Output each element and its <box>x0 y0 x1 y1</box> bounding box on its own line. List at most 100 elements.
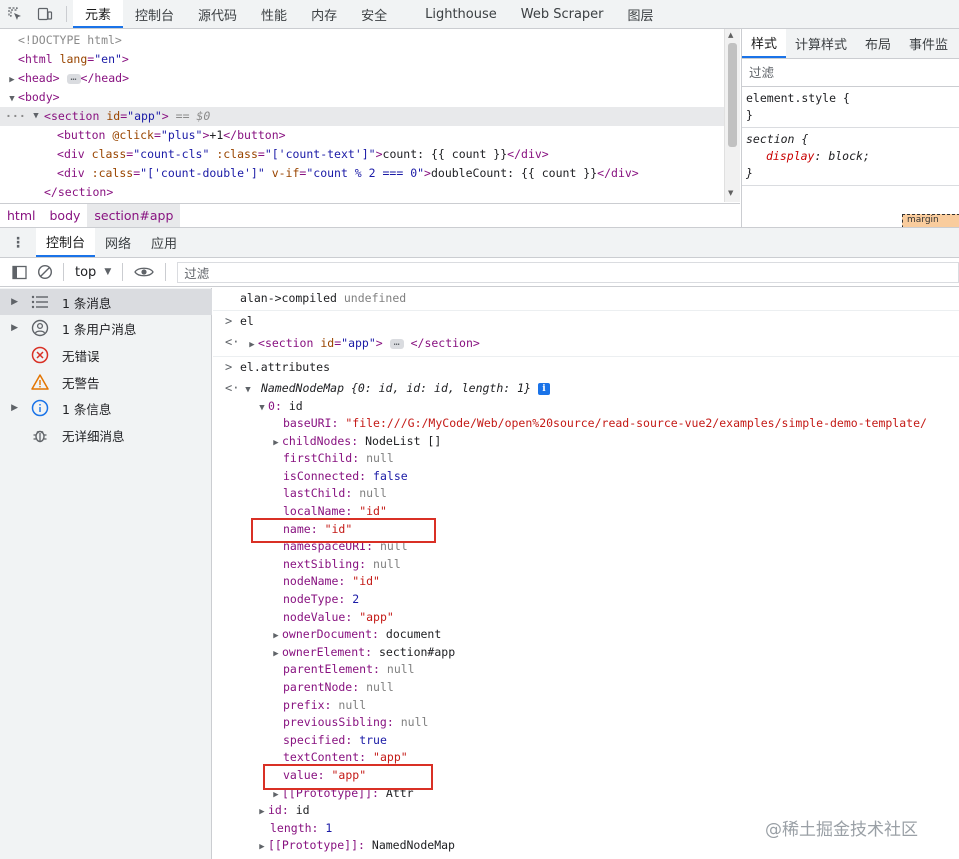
highlight-box-name <box>251 518 436 543</box>
tab-memory[interactable]: 内存 <box>299 0 349 28</box>
property-key: textContent <box>283 750 360 764</box>
sidebar-item-info[interactable]: ▶ 1 条信息 <box>0 395 212 421</box>
div-class-attr: class <box>91 147 127 161</box>
div-vif-attr: v-if <box>271 166 300 180</box>
sidebar-item-errors[interactable]: 无错误 <box>0 342 212 368</box>
tab-web-scraper[interactable]: Web Scraper <box>509 0 616 28</box>
drawer-tab-application[interactable]: 应用 <box>141 228 187 257</box>
scrollbar-thumb[interactable] <box>728 43 737 147</box>
toolbar-divider <box>165 263 167 281</box>
expand-triangle-icon[interactable]: ▶ <box>270 628 282 645</box>
elements-tree: <!DOCTYPE html> <html lang="en"> ▶ <head>… <box>0 29 740 202</box>
drawer-tab-network[interactable]: 网络 <box>95 228 141 257</box>
sidebar-item-messages[interactable]: ▶ 1 条消息 <box>0 289 212 315</box>
expand-triangle-icon[interactable]: ▶ <box>0 403 20 413</box>
error-icon <box>28 345 52 365</box>
watermark-text: @稀土掘金技术社区 <box>765 820 918 840</box>
section-id-value: "app" <box>127 109 162 123</box>
warning-icon <box>28 372 52 392</box>
tab-sources[interactable]: 源代码 <box>186 0 249 28</box>
named-node-map-id[interactable]: ▶ id: id <box>256 802 309 821</box>
ellipsis-icon[interactable]: … <box>389 337 404 349</box>
expand-triangle-icon[interactable]: ▶ <box>256 839 268 856</box>
clear-console-icon[interactable] <box>32 264 58 280</box>
expand-triangle-icon[interactable]: ▶ <box>256 804 268 821</box>
named-node-map-item-0[interactable]: ▼ 0: id <box>256 398 302 417</box>
more-options-icon[interactable]: ⋮ <box>0 228 36 257</box>
property-key: nodeValue <box>283 610 346 624</box>
elements-scrollbar[interactable]: ▲ ▼ <box>724 29 740 202</box>
prompt-chevron-icon: > <box>225 360 233 374</box>
tab-performance[interactable]: 性能 <box>249 0 299 28</box>
expand-triangle-icon[interactable]: ▶ <box>270 435 282 452</box>
tab-security[interactable]: 安全 <box>349 0 399 28</box>
property-value: "id" <box>359 504 387 518</box>
attr-property-row: nextSibling: null <box>283 557 401 571</box>
tree-button[interactable]: <button @click="plus">+1</button> <box>0 126 724 145</box>
tree-html-open[interactable]: <html lang="en"> <box>0 50 724 69</box>
attr-property-row[interactable]: ▶ childNodes: NodeList [] <box>270 433 441 450</box>
expand-triangle-icon[interactable]: ▶ <box>0 323 20 333</box>
tab-layers[interactable]: 图层 <box>616 0 666 28</box>
tree-section-selected[interactable]: ··· ▼ <section id="app"> == $0 <box>0 107 724 126</box>
tab-event-listeners[interactable]: 事件监 <box>900 29 957 58</box>
crumb-body[interactable]: body <box>42 204 87 228</box>
tab-layout[interactable]: 布局 <box>856 29 900 58</box>
inspect-element-icon[interactable] <box>0 0 30 28</box>
collapse-triangle-icon[interactable]: ▼ <box>242 382 254 399</box>
console-result-section[interactable]: ▶ <section id="app"> … </section> <box>246 335 480 352</box>
sidebar-item-warnings[interactable]: 无警告 <box>0 369 212 395</box>
attr-property-row: prefix: null <box>283 698 367 712</box>
info-badge-icon[interactable]: i <box>537 382 550 395</box>
live-expression-eye-icon[interactable] <box>128 265 160 279</box>
collapse-triangle-icon[interactable]: ▼ <box>30 107 42 126</box>
context-selector[interactable]: top ▼ <box>69 265 117 280</box>
sidebar-item-user-messages[interactable]: ▶ 1 条用户消息 <box>0 315 212 341</box>
styles-filter-input[interactable]: 过滤 <box>742 59 959 87</box>
scroll-up-icon[interactable]: ▲ <box>728 31 733 39</box>
length-value: 1 <box>325 821 333 835</box>
scroll-down-icon[interactable]: ▼ <box>728 189 733 197</box>
element-style-rule[interactable]: element.style { } <box>742 87 959 128</box>
tree-head[interactable]: ▶ <head> … </head> <box>0 69 724 88</box>
console-command: el <box>240 313 254 330</box>
tab-elements[interactable]: 元素 <box>73 0 124 28</box>
tree-div-double[interactable]: <div :calss="['count-double']" v-if="cou… <box>0 164 724 183</box>
sidebar-toggle-icon[interactable] <box>6 265 32 280</box>
named-node-map-summary: NamedNodeMap {0: id, id: id, length: 1} <box>260 381 531 395</box>
collapse-triangle-icon[interactable]: ▼ <box>256 400 268 417</box>
ellipsis-icon[interactable]: … <box>66 72 81 84</box>
tab-console[interactable]: 控制台 <box>123 0 186 28</box>
attr-property-row[interactable]: ▶ ownerDocument: document <box>270 626 441 643</box>
tree-body[interactable]: ▼ <body> <box>0 88 724 107</box>
sidebar-item-label: 1 条信息 <box>62 401 112 417</box>
crumb-section-app[interactable]: section#app <box>87 203 181 228</box>
device-toolbar-icon[interactable] <box>30 0 60 28</box>
length-key: length <box>270 821 312 835</box>
div-calss-attr: :calss <box>91 166 134 180</box>
sidebar-item-verbose[interactable]: 无详细消息 <box>0 422 212 448</box>
console-filter-input[interactable]: 过滤 <box>177 261 959 283</box>
expand-triangle-icon[interactable]: ▶ <box>246 337 258 354</box>
tree-div-count[interactable]: <div class="count-cls" :class="['count-t… <box>0 145 724 164</box>
crumb-html[interactable]: html <box>0 204 42 228</box>
property-value: null <box>386 662 415 676</box>
tree-doctype[interactable]: <!DOCTYPE html> <box>0 31 724 50</box>
expand-triangle-icon[interactable]: ▶ <box>0 297 20 307</box>
tree-section-close[interactable]: </section> <box>0 183 724 202</box>
named-node-map-root[interactable]: ▼ NamedNodeMap {0: id, id: id, length: 1… <box>242 380 550 397</box>
tab-computed[interactable]: 计算样式 <box>786 29 856 58</box>
sidebar-item-label: 无错误 <box>62 348 100 364</box>
display-prop: display <box>766 149 815 163</box>
section-style-rule[interactable]: section { display: block; } <box>742 128 959 186</box>
tab-styles[interactable]: 样式 <box>742 29 787 58</box>
named-node-map-prototype[interactable]: ▶ [[Prototype]]: NamedNodeMap <box>256 837 455 854</box>
drawer-tab-console[interactable]: 控制台 <box>36 228 96 257</box>
attr-property-row[interactable]: ▶ ownerElement: section#app <box>270 644 455 661</box>
attr-property-row: specified: true <box>283 733 387 747</box>
more-dots-icon[interactable]: ··· <box>5 107 26 126</box>
expand-triangle-icon[interactable]: ▶ <box>270 646 282 663</box>
box-model-margin-label: margin <box>907 215 939 225</box>
display-declaration[interactable]: display: block; <box>746 148 955 165</box>
tab-lighthouse[interactable]: Lighthouse <box>413 0 509 28</box>
